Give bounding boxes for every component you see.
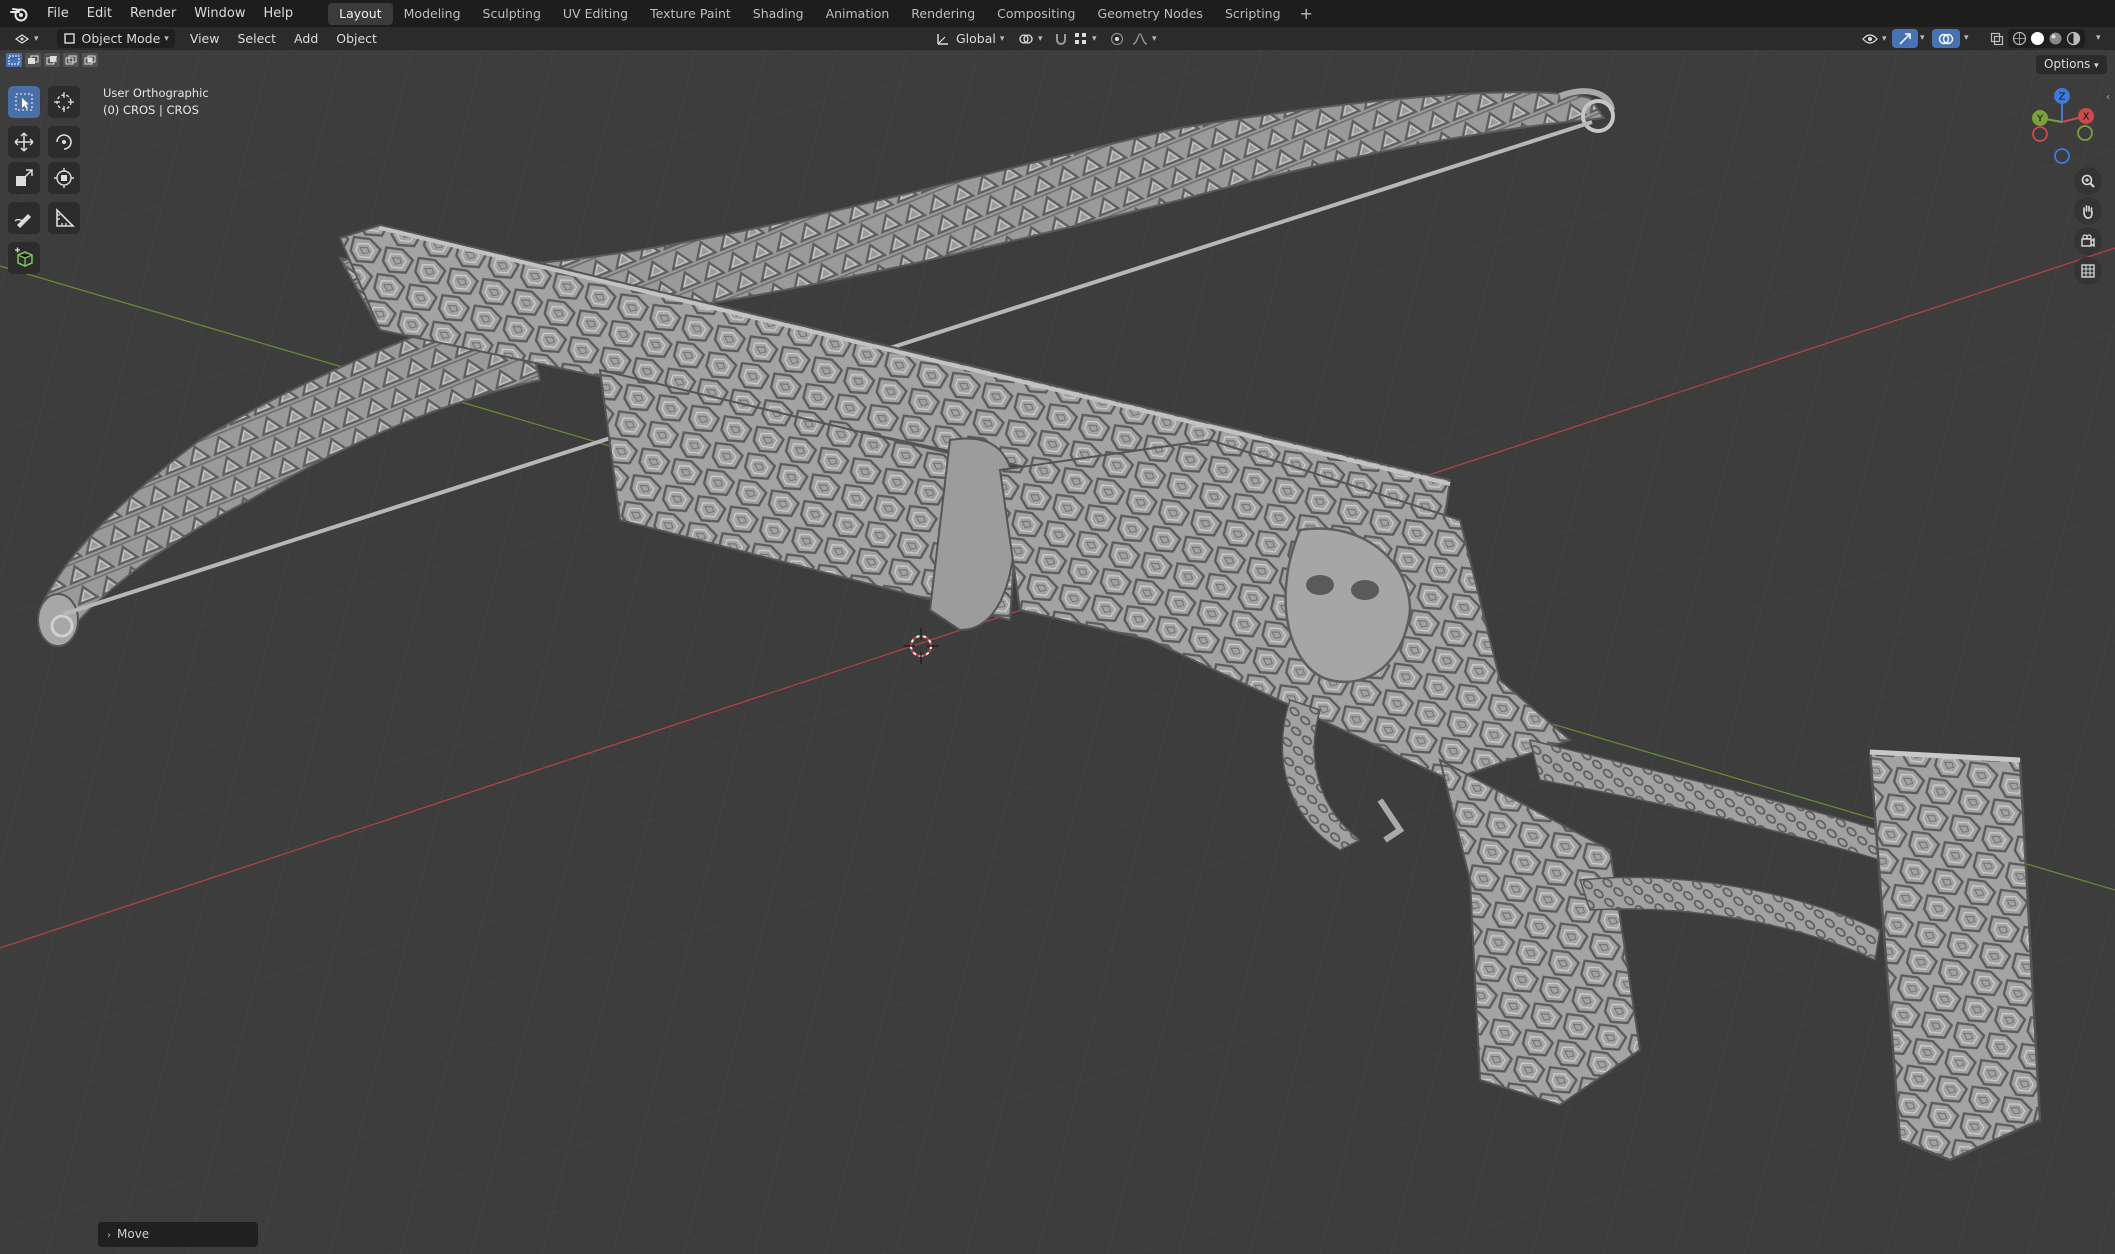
skull-eye-right <box>1351 580 1379 600</box>
cursor-crosshair-icon <box>54 92 74 112</box>
object-info: (0) CROS | CROS <box>103 103 199 117</box>
add-cube-icon <box>15 247 33 267</box>
last-operator-label: Move <box>117 1227 150 1241</box>
camera-icon <box>2081 234 2095 248</box>
last-operator-panel[interactable]: › Move <box>98 1222 258 1247</box>
3d-viewport[interactable]: Z X Y <box>0 0 2115 1254</box>
grid-perspective-icon <box>2081 264 2095 278</box>
tool-move[interactable] <box>8 126 40 158</box>
rotate-icon <box>56 134 72 150</box>
gizmo-y-label: Y <box>2036 114 2044 125</box>
zoom-button[interactable] <box>2074 167 2102 195</box>
lower-limb-tip <box>37 593 79 647</box>
ruler-icon <box>56 208 75 227</box>
hand-icon <box>2083 205 2093 219</box>
options-label: Options <box>2044 57 2091 71</box>
pencil-icon <box>14 214 31 228</box>
chevron-right-icon: › <box>107 1230 111 1241</box>
viewport-info: User Orthographic (0) CROS | CROS <box>103 85 209 119</box>
select-cursor-icon <box>15 93 33 111</box>
pan-button[interactable] <box>2074 197 2102 225</box>
tool-scale[interactable] <box>8 162 40 194</box>
gizmo-x-label: X <box>2083 112 2090 123</box>
skull-eye-left <box>1306 575 1334 595</box>
tool-transform[interactable] <box>48 162 80 194</box>
zoom-magnifier-icon <box>2081 174 2095 188</box>
perspective-toggle-button[interactable] <box>2074 257 2102 285</box>
options-dropdown[interactable]: Options ▾ <box>2036 55 2107 74</box>
transform-icon <box>54 168 74 188</box>
tool-cursor[interactable] <box>48 86 80 118</box>
chevron-down-icon: ▾ <box>2094 61 2099 71</box>
move-arrows-icon <box>14 132 34 152</box>
camera-view-button[interactable] <box>2074 227 2102 255</box>
sidebar-expand-icon[interactable]: ‹ <box>2106 92 2110 103</box>
tool-measure[interactable] <box>48 202 80 234</box>
scale-icon <box>16 169 33 186</box>
tool-add-cube[interactable] <box>8 242 40 274</box>
tool-select-box[interactable] <box>8 86 40 118</box>
tool-annotate[interactable] <box>8 202 40 234</box>
view-name: User Orthographic <box>103 86 209 100</box>
gizmo-z-label: Z <box>2059 92 2066 103</box>
tool-rotate[interactable] <box>48 126 80 158</box>
